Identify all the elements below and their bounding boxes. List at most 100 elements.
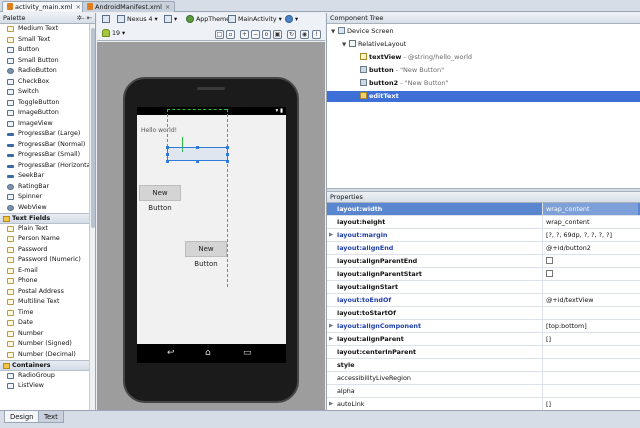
camera-icon[interactable]: ◉	[300, 30, 309, 39]
property-value[interactable]: [?, ?, 69dp, ?, ?, ?, ?]	[542, 229, 638, 241]
activity-selector[interactable]: MainActivity ▾	[225, 14, 285, 25]
tree-row-edittext[interactable]: editText	[327, 91, 640, 102]
warning-icon[interactable]: !	[312, 30, 321, 39]
palette-item[interactable]: ImageButton	[0, 108, 90, 119]
palette-item[interactable]: Button	[0, 45, 90, 56]
property-row[interactable]: ▶ layout:alignParent []	[327, 333, 640, 346]
palette-item[interactable]: Postal Address	[0, 287, 90, 298]
property-value[interactable]	[542, 372, 638, 384]
property-row[interactable]: layout:alignStart	[327, 281, 640, 294]
property-row[interactable]: layout:toEndOf @+id/textView	[327, 294, 640, 307]
palette-category[interactable]: Text Fields	[0, 213, 90, 224]
palette-item[interactable]: Spinner	[0, 192, 90, 203]
layout-variant-button[interactable]	[99, 14, 115, 25]
property-row[interactable]: style	[327, 359, 640, 372]
zoom-out-icon[interactable]: −	[251, 30, 260, 39]
expand-arrow-icon[interactable]: ▶	[329, 229, 333, 241]
tab-design[interactable]: Design	[4, 411, 40, 423]
palette-item[interactable]: Password	[0, 245, 90, 256]
palette-item[interactable]: CheckBox	[0, 77, 90, 88]
property-checkbox-cell[interactable]	[542, 268, 638, 280]
resize-handle[interactable]	[226, 153, 229, 156]
tree-row-button[interactable]: button - "New Button"	[327, 65, 640, 76]
home-icon[interactable]: ⌂	[205, 348, 211, 358]
palette-item[interactable]: SeekBar	[0, 171, 90, 182]
palette-item[interactable]: Switch	[0, 87, 90, 98]
locale-selector[interactable]: ▾	[282, 14, 301, 25]
device-selector[interactable]: Nexus 4 ▾	[114, 14, 161, 25]
property-row[interactable]: accessibilityLiveRegion	[327, 372, 640, 385]
zoom-fit-icon[interactable]: □	[215, 30, 224, 39]
resize-handle[interactable]	[166, 153, 169, 156]
property-value[interactable]: []	[542, 398, 638, 410]
palette-item[interactable]: Number (Decimal)	[0, 350, 90, 361]
new-button-1[interactable]: New Button	[139, 185, 181, 212]
edittext-selected[interactable]	[167, 147, 228, 161]
property-checkbox-cell[interactable]	[542, 255, 638, 267]
palette-item[interactable]: WebView	[0, 203, 90, 214]
palette-item[interactable]: Plain Text	[0, 224, 90, 235]
property-row[interactable]: layout:height wrap_content	[327, 216, 640, 229]
zoom-reset-icon[interactable]: o	[262, 30, 271, 39]
palette-item[interactable]: ListView	[0, 381, 90, 392]
palette-item[interactable]: Password (Numeric)	[0, 255, 90, 266]
palette-item[interactable]: Small Text	[0, 35, 90, 46]
resize-handle[interactable]	[166, 160, 169, 163]
property-row[interactable]: layout:alignParentStart	[327, 268, 640, 281]
resize-handle[interactable]	[226, 146, 229, 149]
palette-item[interactable]: Number (Signed)	[0, 339, 90, 350]
close-icon[interactable]: ×	[76, 3, 81, 11]
resize-handle[interactable]	[196, 146, 199, 149]
recents-icon[interactable]: ▭	[243, 348, 252, 358]
tree-row-textview[interactable]: textView - @string/hello_world	[327, 52, 640, 63]
palette-item[interactable]: E-mail	[0, 266, 90, 277]
tree-row-button2[interactable]: button2 - "New Button"	[327, 78, 640, 89]
palette-item[interactable]: ProgressBar (Small)	[0, 150, 90, 161]
property-row[interactable]: ▶ layout:alignComponent [top:bottom]	[327, 320, 640, 333]
property-row[interactable]: ▶ layout:margin [?, ?, 69dp, ?, ?, ?, ?]	[327, 229, 640, 242]
zoom-full-icon[interactable]: ▣	[273, 30, 282, 39]
property-value[interactable]	[542, 307, 638, 319]
property-row[interactable]: alpha	[327, 385, 640, 398]
palette-item[interactable]: ProgressBar (Horizontal)	[0, 161, 95, 172]
expand-arrow-icon[interactable]: ▶	[329, 398, 333, 410]
textview-hello[interactable]: Hello world!	[141, 127, 177, 134]
expand-arrow-icon[interactable]: ▶	[329, 333, 333, 345]
scrollbar-thumb[interactable]	[91, 28, 95, 228]
palette-scrollbar[interactable]	[89, 24, 95, 410]
property-value[interactable]: @+id/button2	[542, 242, 638, 254]
property-value[interactable]	[542, 281, 638, 293]
new-button-2[interactable]: New Button	[185, 241, 227, 268]
zoom-actual-icon[interactable]: ▫	[226, 30, 235, 39]
palette-item[interactable]: Person Name	[0, 234, 90, 245]
palette-item[interactable]: Medium Text	[0, 24, 90, 35]
orientation-button[interactable]: ▾	[161, 14, 180, 25]
palette-settings-icon[interactable]: ✲- ⇤	[77, 13, 92, 24]
property-row[interactable]: layout:centerInParent	[327, 346, 640, 359]
property-value[interactable]	[542, 346, 638, 358]
palette-item[interactable]: ProgressBar (Large)	[0, 129, 90, 140]
tree-row-relativelayout[interactable]: ▼ RelativeLayout	[327, 39, 640, 50]
expand-arrow-icon[interactable]: ▶	[329, 320, 333, 332]
property-value[interactable]: wrap_content	[542, 216, 638, 228]
expand-toggle-icon[interactable]: ▼	[331, 27, 338, 38]
property-value[interactable]: wrap_content	[542, 203, 638, 215]
resize-handle[interactable]	[196, 160, 199, 163]
api-level-selector[interactable]: 19 ▾	[99, 28, 128, 39]
tab-android-manifest[interactable]: AndroidManifest.xml ×	[82, 1, 176, 12]
back-icon[interactable]: ↩	[167, 348, 175, 358]
palette-item[interactable]: Number	[0, 329, 90, 340]
checkbox[interactable]	[546, 257, 553, 264]
palette-category[interactable]: Containers	[0, 360, 90, 371]
tab-text[interactable]: Text	[38, 411, 64, 423]
resize-handle[interactable]	[226, 160, 229, 163]
tree-row-device-screen[interactable]: ▼ Device Screen	[327, 26, 640, 37]
property-row[interactable]: layout:toStartOf	[327, 307, 640, 320]
tab-activity-main[interactable]: activity_main.xml ×	[2, 1, 86, 12]
checkbox[interactable]	[546, 270, 553, 277]
refresh-icon[interactable]: ↻	[287, 30, 296, 39]
palette-item[interactable]: Time	[0, 308, 90, 319]
device-screen[interactable]: ▾ ▮ Hello world! New Button New Button ↩…	[137, 107, 286, 363]
palette-item[interactable]: ProgressBar (Normal)	[0, 140, 90, 151]
property-row[interactable]: ▶ autoLink []	[327, 398, 640, 410]
